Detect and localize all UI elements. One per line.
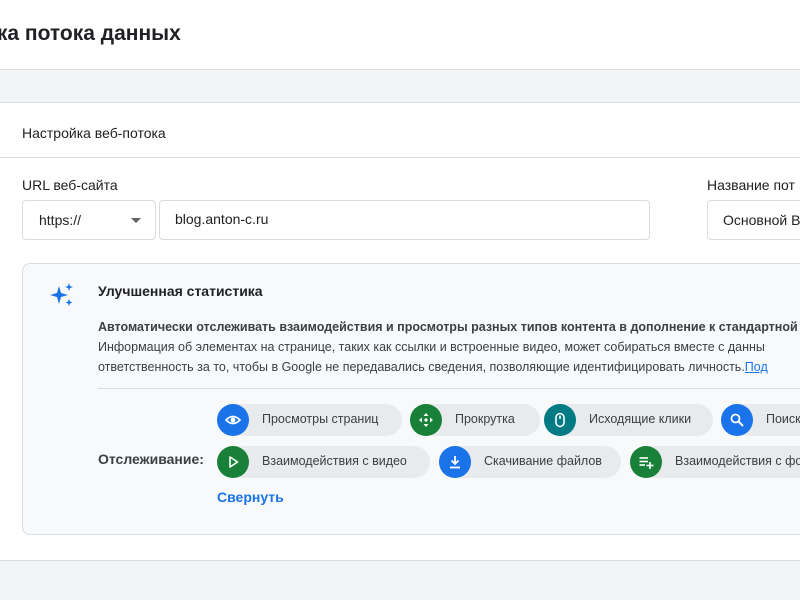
url-label: URL веб-сайта: [22, 177, 118, 193]
divider: [0, 157, 800, 158]
chip-label: Исходящие клики: [589, 412, 692, 426]
chip-label: Поиск: [766, 412, 800, 426]
stream-name-value: Основной В: [723, 212, 800, 228]
download-icon: [439, 446, 471, 478]
sparkle-icon: [50, 283, 73, 306]
page-header: йка потока данных: [0, 0, 800, 70]
page-title: йка потока данных: [0, 22, 181, 45]
description-line-3: ответственность за то, чтобы в Google не…: [98, 357, 800, 377]
tracking-label: Отслеживание:: [98, 451, 204, 467]
mouse-icon: [544, 404, 576, 436]
chip-label: Просмотры страниц: [262, 412, 379, 426]
protocol-select[interactable]: https://: [22, 200, 156, 240]
form-icon: [630, 446, 662, 478]
web-stream-settings-card: Настройка веб-потока URL веб-сайта Назва…: [0, 102, 800, 561]
enhanced-measurement-title: Улучшенная статистика: [98, 283, 263, 299]
chip-label: Скачивание файлов: [484, 454, 602, 468]
chip-outbound-clicks[interactable]: Исходящие клики: [544, 404, 713, 436]
collapse-link[interactable]: Свернуть: [217, 489, 284, 505]
stream-name-field[interactable]: Основной В: [707, 200, 800, 240]
dropdown-arrow-icon: [131, 218, 141, 223]
chip-form-interactions[interactable]: Взаимодействия с фо: [630, 446, 800, 478]
chip-label: Прокрутка: [455, 412, 515, 426]
url-input[interactable]: [175, 211, 625, 227]
stream-name-label: Название пот: [707, 177, 795, 193]
eye-icon: [217, 404, 249, 436]
learn-more-link[interactable]: Под: [745, 360, 768, 374]
url-field[interactable]: [159, 200, 650, 240]
search-icon: [721, 404, 753, 436]
enhanced-measurement-panel: Улучшенная статистика Автоматически отсл…: [22, 263, 800, 535]
chip-label: Взаимодействия с видео: [262, 454, 407, 468]
divider: [98, 388, 800, 389]
description-line-1: Автоматически отслеживать взаимодействия…: [98, 320, 800, 334]
description-line-3-text: ответственность за то, чтобы в Google не…: [98, 360, 745, 374]
chip-scrolls[interactable]: Прокрутка: [410, 404, 540, 436]
card-title: Настройка веб-потока: [22, 125, 166, 141]
chip-site-search[interactable]: Поиск: [721, 404, 800, 436]
chip-file-downloads[interactable]: Скачивание файлов: [439, 446, 621, 478]
enhanced-measurement-description: Автоматически отслеживать взаимодействия…: [98, 317, 800, 377]
protocol-value: https://: [39, 212, 82, 228]
chip-page-views[interactable]: Просмотры страниц: [217, 404, 402, 436]
play-icon: [217, 446, 249, 478]
scroll-arrows-icon: [410, 404, 442, 436]
chip-label: Взаимодействия с фо: [675, 454, 800, 468]
description-line-2: Информация об элементах на странице, так…: [98, 340, 765, 354]
chip-video-engagement[interactable]: Взаимодействия с видео: [217, 446, 430, 478]
